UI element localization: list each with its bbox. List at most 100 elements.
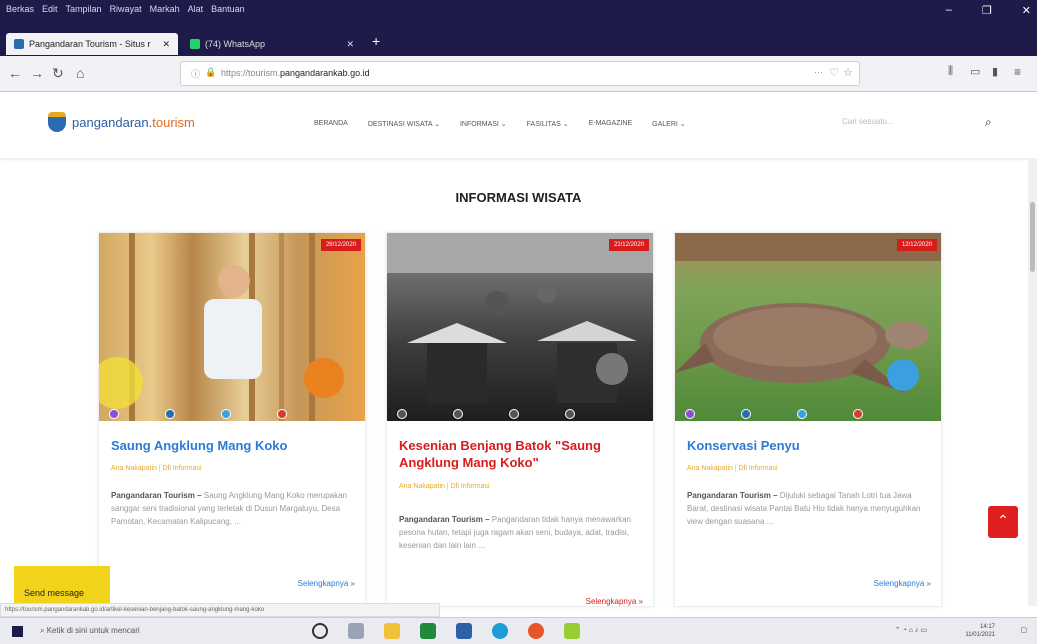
site-search-input[interactable]: Cari sesuatu...	[842, 117, 942, 126]
taskbar-search-input[interactable]: ⌕ Ketik di sini untuk mencari	[40, 626, 140, 636]
firefox-icon[interactable]	[528, 623, 544, 639]
close-icon[interactable]: ✕	[1022, 4, 1031, 17]
menu-history[interactable]: Riwayat	[110, 4, 142, 14]
tab-whatsapp[interactable]: (74) WhatsApp ✕	[182, 33, 362, 55]
system-tray-icons[interactable]: ⌃ ◔ ⌂ ♪ ▭	[895, 626, 927, 634]
page-scrollbar[interactable]	[1028, 158, 1037, 606]
edge-icon[interactable]	[492, 623, 508, 639]
excerpt-lead: Pangandaran Tourism –	[687, 491, 778, 500]
app-icon[interactable]	[564, 623, 580, 639]
file-explorer-icon[interactable]	[384, 623, 400, 639]
back-icon[interactable]: ←	[8, 65, 22, 81]
cortana-icon[interactable]	[312, 623, 328, 639]
windows-start-icon[interactable]	[12, 626, 23, 637]
pocket-icon[interactable]: ♡	[829, 66, 839, 79]
menu-tools[interactable]: Alat	[188, 4, 204, 14]
tag-chip-icon[interactable]	[109, 409, 119, 419]
site-header: pangandaran.tourism BERANDA DESTINASI WI…	[0, 92, 1037, 158]
menu-bookmarks[interactable]: Markah	[150, 4, 180, 14]
window-controls: – ❐ ✕	[946, 4, 1031, 17]
sidebar-icon[interactable]: ▭	[970, 65, 980, 78]
notifications-icon[interactable]: ▢	[1020, 626, 1027, 634]
tag-chips	[397, 409, 575, 419]
nav-fasilitas[interactable]: FASILITAS ⌄	[527, 120, 569, 128]
tag-chip-icon[interactable]	[221, 409, 231, 419]
nav-beranda[interactable]: BERANDA	[314, 120, 348, 128]
date-badge: 12/12/2020	[896, 239, 937, 251]
tab-close-icon[interactable]: ✕	[162, 39, 170, 50]
nav-destinasi[interactable]: DESTINASI WISATA ⌄	[368, 120, 440, 128]
tag-chip-icon[interactable]	[509, 409, 519, 419]
forward-icon[interactable]: →	[30, 65, 44, 81]
tag-chip-icon[interactable]	[797, 409, 807, 419]
whatsapp-icon	[190, 39, 200, 49]
address-bar[interactable]: ⓘ 🔒 https://tourism.pangandarankab.go.id…	[180, 61, 860, 86]
logo-text-1: pangandaran.	[72, 114, 153, 130]
maximize-icon[interactable]: ❐	[982, 4, 992, 17]
page-actions-icon[interactable]: ···	[814, 67, 823, 77]
article-card[interactable]: 22/12/2020 Kesenian Benjang Batok "Saung…	[386, 232, 654, 607]
scroll-to-top-button[interactable]: ⌃	[988, 506, 1018, 538]
nav-galeri[interactable]: GALERI ⌄	[652, 120, 686, 128]
article-card[interactable]: 12/12/2020 Konservasi Penyu Ana Nakapati…	[674, 232, 942, 607]
page-info-icon[interactable]: ⓘ	[191, 67, 200, 80]
tag-chip-icon[interactable]	[277, 409, 287, 419]
article-meta: Ana Nakapatin | Dll Informasi	[111, 465, 202, 472]
clock-time: 14:17	[979, 624, 995, 630]
minimize-icon[interactable]: –	[946, 4, 952, 17]
site-logo[interactable]: pangandaran.tourism	[48, 112, 195, 132]
article-photo[interactable]: 12/12/2020	[675, 233, 941, 421]
article-title[interactable]: Kesenian Benjang Batok "Saung Angklung M…	[399, 437, 639, 471]
tab-title: Pangandaran Tourism - Situs r	[29, 39, 151, 49]
bookmark-star-icon[interactable]: ☆	[843, 66, 853, 79]
url-domain: pangandarankab.go.id	[280, 68, 370, 78]
library-icon[interactable]: ⫼	[948, 65, 953, 78]
nav-informasi[interactable]: INFORMASI ⌄	[460, 120, 507, 128]
article-title[interactable]: Saung Angklung Mang Koko	[111, 437, 351, 454]
article-photo[interactable]: 28/12/2020	[99, 233, 365, 421]
excel-icon[interactable]	[420, 623, 436, 639]
menu-help[interactable]: Bantuan	[211, 4, 245, 14]
task-view-icon[interactable]	[348, 623, 364, 639]
new-tab-icon[interactable]: +	[372, 33, 380, 49]
article-excerpt: Pangandaran Tourism – Saung Angklung Man…	[111, 489, 351, 528]
home-icon[interactable]: ⌂	[76, 65, 84, 81]
taskbar-apps	[312, 623, 580, 639]
scrollbar-thumb[interactable]	[1030, 202, 1035, 272]
article-photo[interactable]: 22/12/2020	[387, 233, 653, 421]
reload-icon[interactable]: ↻	[52, 65, 64, 82]
tag-chip-icon[interactable]	[165, 409, 175, 419]
menu-edit[interactable]: Edit	[42, 4, 58, 14]
taskbar-clock[interactable]: 14:17 11/01/2021	[965, 623, 995, 639]
menu-view[interactable]: Tampilan	[66, 4, 102, 14]
article-excerpt: Pangandaran Tourism – Pangandaran tidak …	[399, 513, 639, 552]
read-more-link[interactable]: Selengkapnya »	[874, 579, 931, 588]
article-excerpt: Pangandaran Tourism – Dijuluki sebagai T…	[687, 489, 927, 528]
article-card[interactable]: 28/12/2020 Saung Angklung Mang Koko Ana …	[98, 232, 366, 607]
article-title[interactable]: Konservasi Penyu	[687, 437, 927, 454]
tab-strip: Pangandaran Tourism - Situs r ✕ (74) Wha…	[0, 30, 1037, 56]
tag-chip-icon[interactable]	[741, 409, 751, 419]
turtle-image-icon	[675, 233, 941, 393]
tag-chip-icon[interactable]	[853, 409, 863, 419]
hamburger-menu-icon[interactable]: ≡	[1014, 65, 1021, 79]
extension-icon[interactable]: ▮	[992, 65, 998, 78]
read-more-link[interactable]: Selengkapnya »	[298, 579, 355, 588]
date-badge: 22/12/2020	[608, 239, 649, 251]
lock-icon: 🔒	[205, 67, 217, 77]
tag-chip-icon[interactable]	[565, 409, 575, 419]
tag-chip-icon[interactable]	[685, 409, 695, 419]
read-more-link[interactable]: Selengkapnya »	[586, 597, 643, 606]
tag-chip-icon[interactable]	[397, 409, 407, 419]
chevron-up-icon: ⌃	[997, 512, 1009, 528]
send-message-button[interactable]: Send message	[14, 566, 110, 604]
search-icon[interactable]: ⌕	[985, 115, 992, 130]
tab-close-icon[interactable]: ✕	[346, 39, 354, 50]
windows-taskbar: ⌕ Ketik di sini untuk mencari ⌃ ◔ ⌂ ♪ ▭ …	[0, 617, 1037, 644]
section-title: INFORMASI WISATA	[455, 190, 582, 205]
tag-chip-icon[interactable]	[453, 409, 463, 419]
word-icon[interactable]	[456, 623, 472, 639]
menu-file[interactable]: Berkas	[6, 4, 34, 14]
nav-emagazine[interactable]: E-MAGAZINE	[589, 120, 633, 128]
tab-pangandaran[interactable]: Pangandaran Tourism - Situs r ✕	[6, 33, 178, 55]
